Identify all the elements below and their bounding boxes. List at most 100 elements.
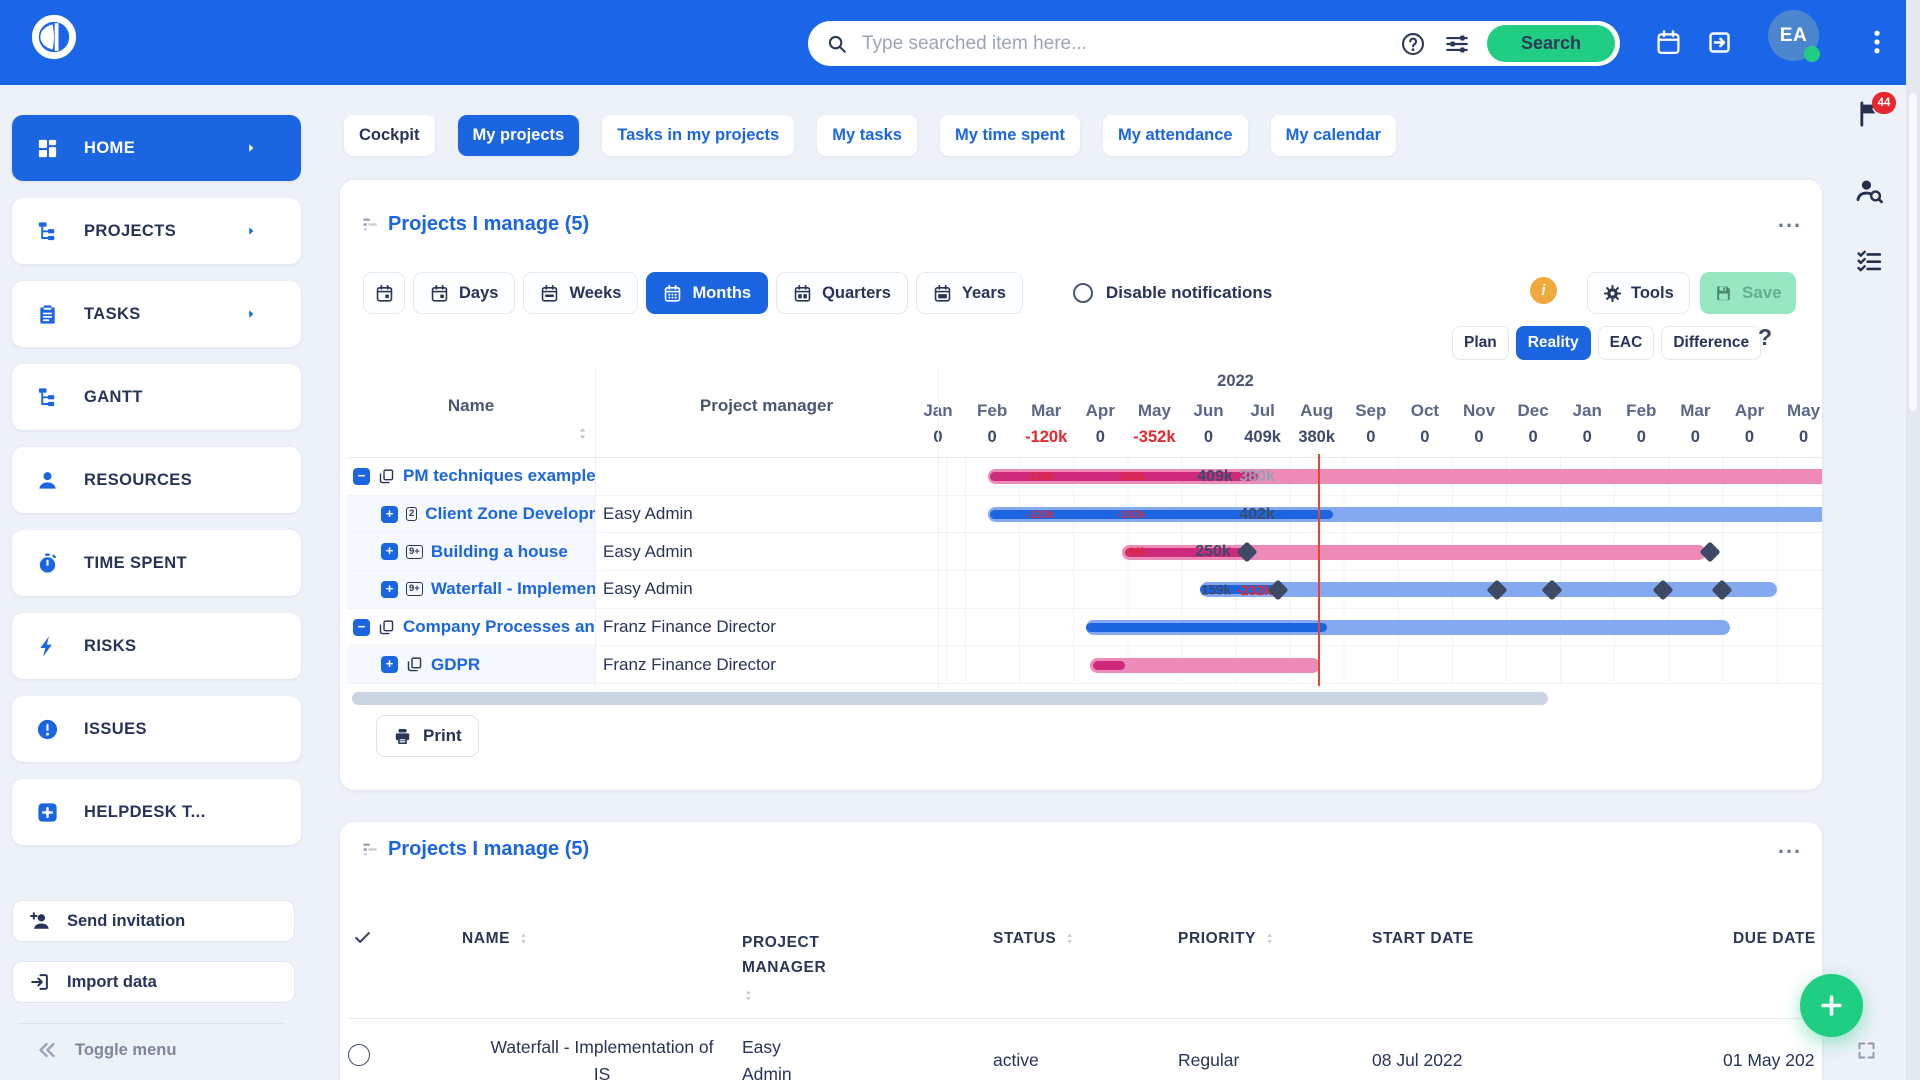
projects-table-title[interactable]: Projects I manage (5) xyxy=(388,838,589,861)
tab-my-tasks[interactable]: My tasks xyxy=(817,115,917,156)
column-header-priority[interactable]: PRIORITY xyxy=(1178,930,1276,948)
tab-cockpit[interactable]: Cockpit xyxy=(344,115,435,156)
disable-notifications-checkbox[interactable]: Disable notifications xyxy=(1073,283,1272,303)
view-difference-button[interactable]: Difference xyxy=(1661,326,1761,360)
timescale-years-button[interactable]: Years xyxy=(916,272,1023,314)
tab-my-calendar[interactable]: My calendar xyxy=(1271,115,1396,156)
row-checkbox[interactable] xyxy=(348,1044,370,1066)
name-sort-icon[interactable] xyxy=(575,426,590,441)
sort-icon[interactable] xyxy=(517,932,530,945)
user-search-icon[interactable] xyxy=(1855,176,1884,205)
sort-icon[interactable] xyxy=(1063,932,1076,945)
panel-menu-button[interactable]: ... xyxy=(1772,836,1808,856)
sidebar-item-helpdesk-t[interactable]: HELPDESK T... xyxy=(12,779,301,845)
timescale-calendar-button[interactable] xyxy=(363,272,405,314)
sort-icon[interactable] xyxy=(742,989,755,1002)
help-icon[interactable] xyxy=(1400,31,1426,57)
expand-row-button[interactable]: + xyxy=(381,543,398,560)
timescale-quarters-button[interactable]: Quarters xyxy=(776,272,908,314)
sidebar-item-label: RESOURCES xyxy=(84,471,192,490)
column-header-name[interactable]: NAME xyxy=(462,930,530,948)
sidebar-item-time-spent[interactable]: TIME SPENT xyxy=(12,530,301,596)
cell-start-date: 08 Jul 2022 xyxy=(1372,1050,1463,1071)
project-stack-icon xyxy=(406,656,423,673)
help-question-button[interactable]: ? xyxy=(1758,324,1772,351)
expand-row-button[interactable]: + xyxy=(381,581,398,598)
sidebar-item-label: HELPDESK T... xyxy=(84,803,206,822)
print-button[interactable]: Print xyxy=(376,715,479,757)
expand-row-button[interactable]: + xyxy=(381,656,398,673)
column-header-status[interactable]: STATUS xyxy=(993,930,1076,948)
info-icon[interactable]: i xyxy=(1530,277,1557,304)
timescale-weeks-button[interactable]: Weeks xyxy=(523,272,638,314)
project-manager-cell: Easy Admin xyxy=(595,571,938,608)
app-logo[interactable] xyxy=(28,11,80,63)
save-button[interactable]: Save xyxy=(1700,272,1796,314)
sidebar-item-resources[interactable]: RESOURCES xyxy=(12,447,301,513)
sidebar-item-projects[interactable]: PROJECTS xyxy=(12,198,301,264)
sidebar-item-issues[interactable]: ISSUES xyxy=(12,696,301,762)
tab-my-time-spent[interactable]: My time spent xyxy=(940,115,1080,156)
avatar[interactable]: EA xyxy=(1768,10,1819,61)
sort-icon[interactable] xyxy=(1263,932,1276,945)
expand-row-button[interactable]: + xyxy=(381,506,398,523)
sidebar-item-label: TIME SPENT xyxy=(84,554,187,573)
project-name-link[interactable]: Company Processes and W xyxy=(403,617,595,637)
user-search-icon xyxy=(1855,176,1884,205)
timescale-label: Days xyxy=(459,284,498,303)
kebab-menu-icon[interactable] xyxy=(1862,27,1892,57)
select-all-checkmark-icon[interactable] xyxy=(353,928,372,947)
project-manager-cell: Easy Admin xyxy=(595,496,938,533)
search-filter-icon[interactable] xyxy=(1444,31,1470,57)
toggle-menu-button[interactable]: Toggle menu xyxy=(12,1024,301,1061)
tab-my-attendance[interactable]: My attendance xyxy=(1103,115,1248,156)
gantt-panel: Projects I manage (5) ... Days WeeksMonth… xyxy=(340,180,1822,790)
sidebar-item-gantt[interactable]: GANTT xyxy=(12,364,301,430)
timescale-days-button[interactable]: Days xyxy=(413,272,515,314)
checkbox-circle[interactable] xyxy=(1073,283,1093,303)
easy-project-app: Search EA HOME PROJECTS TASKS GANTT RESOURCE… xyxy=(0,0,1920,1080)
project-name-link[interactable]: Client Zone Developm xyxy=(425,504,595,524)
send-invitation-button[interactable]: Send invitation xyxy=(12,900,295,942)
panel-menu-button[interactable]: ... xyxy=(1772,210,1808,230)
gantt-name-cell: + 9+ Building a house xyxy=(347,533,595,570)
tab-tasks-in-my-projects[interactable]: Tasks in my projects xyxy=(602,115,794,156)
gantt-panel-title[interactable]: Projects I manage (5) xyxy=(388,213,589,236)
import-data-button[interactable]: Import data xyxy=(12,961,295,1003)
project-name-link[interactable]: Waterfall - Implement xyxy=(431,579,595,599)
cell-priority: Regular xyxy=(1178,1050,1239,1071)
view-eac-button[interactable]: EAC xyxy=(1598,326,1655,360)
gantt-bar-reality[interactable] xyxy=(1086,623,1327,632)
tools-button[interactable]: Tools xyxy=(1587,272,1690,314)
checklist-icon[interactable] xyxy=(1855,246,1884,275)
sidebar-item-risks[interactable]: RISKS xyxy=(12,613,301,679)
sidebar-item-home[interactable]: HOME xyxy=(12,115,301,181)
month-total: 0 xyxy=(1637,428,1646,447)
cell-project-name[interactable]: Waterfall - Implementation of IS xyxy=(482,1034,722,1080)
toggle-menu-label: Toggle menu xyxy=(75,1041,176,1060)
gantt-horizontal-scrollbar[interactable] xyxy=(352,692,1548,705)
timescale-buttons: Days WeeksMonthsQuartersYears Disable not… xyxy=(363,272,1272,314)
column-header-project-manager[interactable]: PROJECT MANAGER xyxy=(742,930,838,1002)
add-project-fab[interactable] xyxy=(1800,974,1863,1037)
project-name-link[interactable]: GDPR xyxy=(431,655,480,675)
calendar-topbar-icon[interactable] xyxy=(1655,29,1682,56)
view-plan-button[interactable]: Plan xyxy=(1452,326,1509,360)
page-scrollbar-thumb[interactable] xyxy=(1908,92,1918,412)
month-label: Jan xyxy=(1573,401,1602,421)
gantt-bar-reality[interactable] xyxy=(1093,661,1125,670)
month-total: 0 xyxy=(1691,428,1700,447)
sidebar-item-tasks[interactable]: TASKS xyxy=(12,281,301,347)
timescale-months-button[interactable]: Months xyxy=(646,272,768,314)
collapse-row-button[interactable]: − xyxy=(353,468,370,485)
expand-fullscreen-icon[interactable] xyxy=(1856,1040,1877,1061)
logout-export-icon[interactable] xyxy=(1706,29,1733,56)
tab-my-projects[interactable]: My projects xyxy=(458,115,580,156)
project-name-link[interactable]: Building a house xyxy=(431,542,568,562)
view-reality-button[interactable]: Reality xyxy=(1516,326,1591,360)
project-name-link[interactable]: PM techniques examples xyxy=(403,466,595,486)
search-input[interactable] xyxy=(860,32,1391,56)
collapse-row-button[interactable]: − xyxy=(353,619,370,636)
search-icon xyxy=(826,33,848,55)
search-button[interactable]: Search xyxy=(1487,25,1615,62)
